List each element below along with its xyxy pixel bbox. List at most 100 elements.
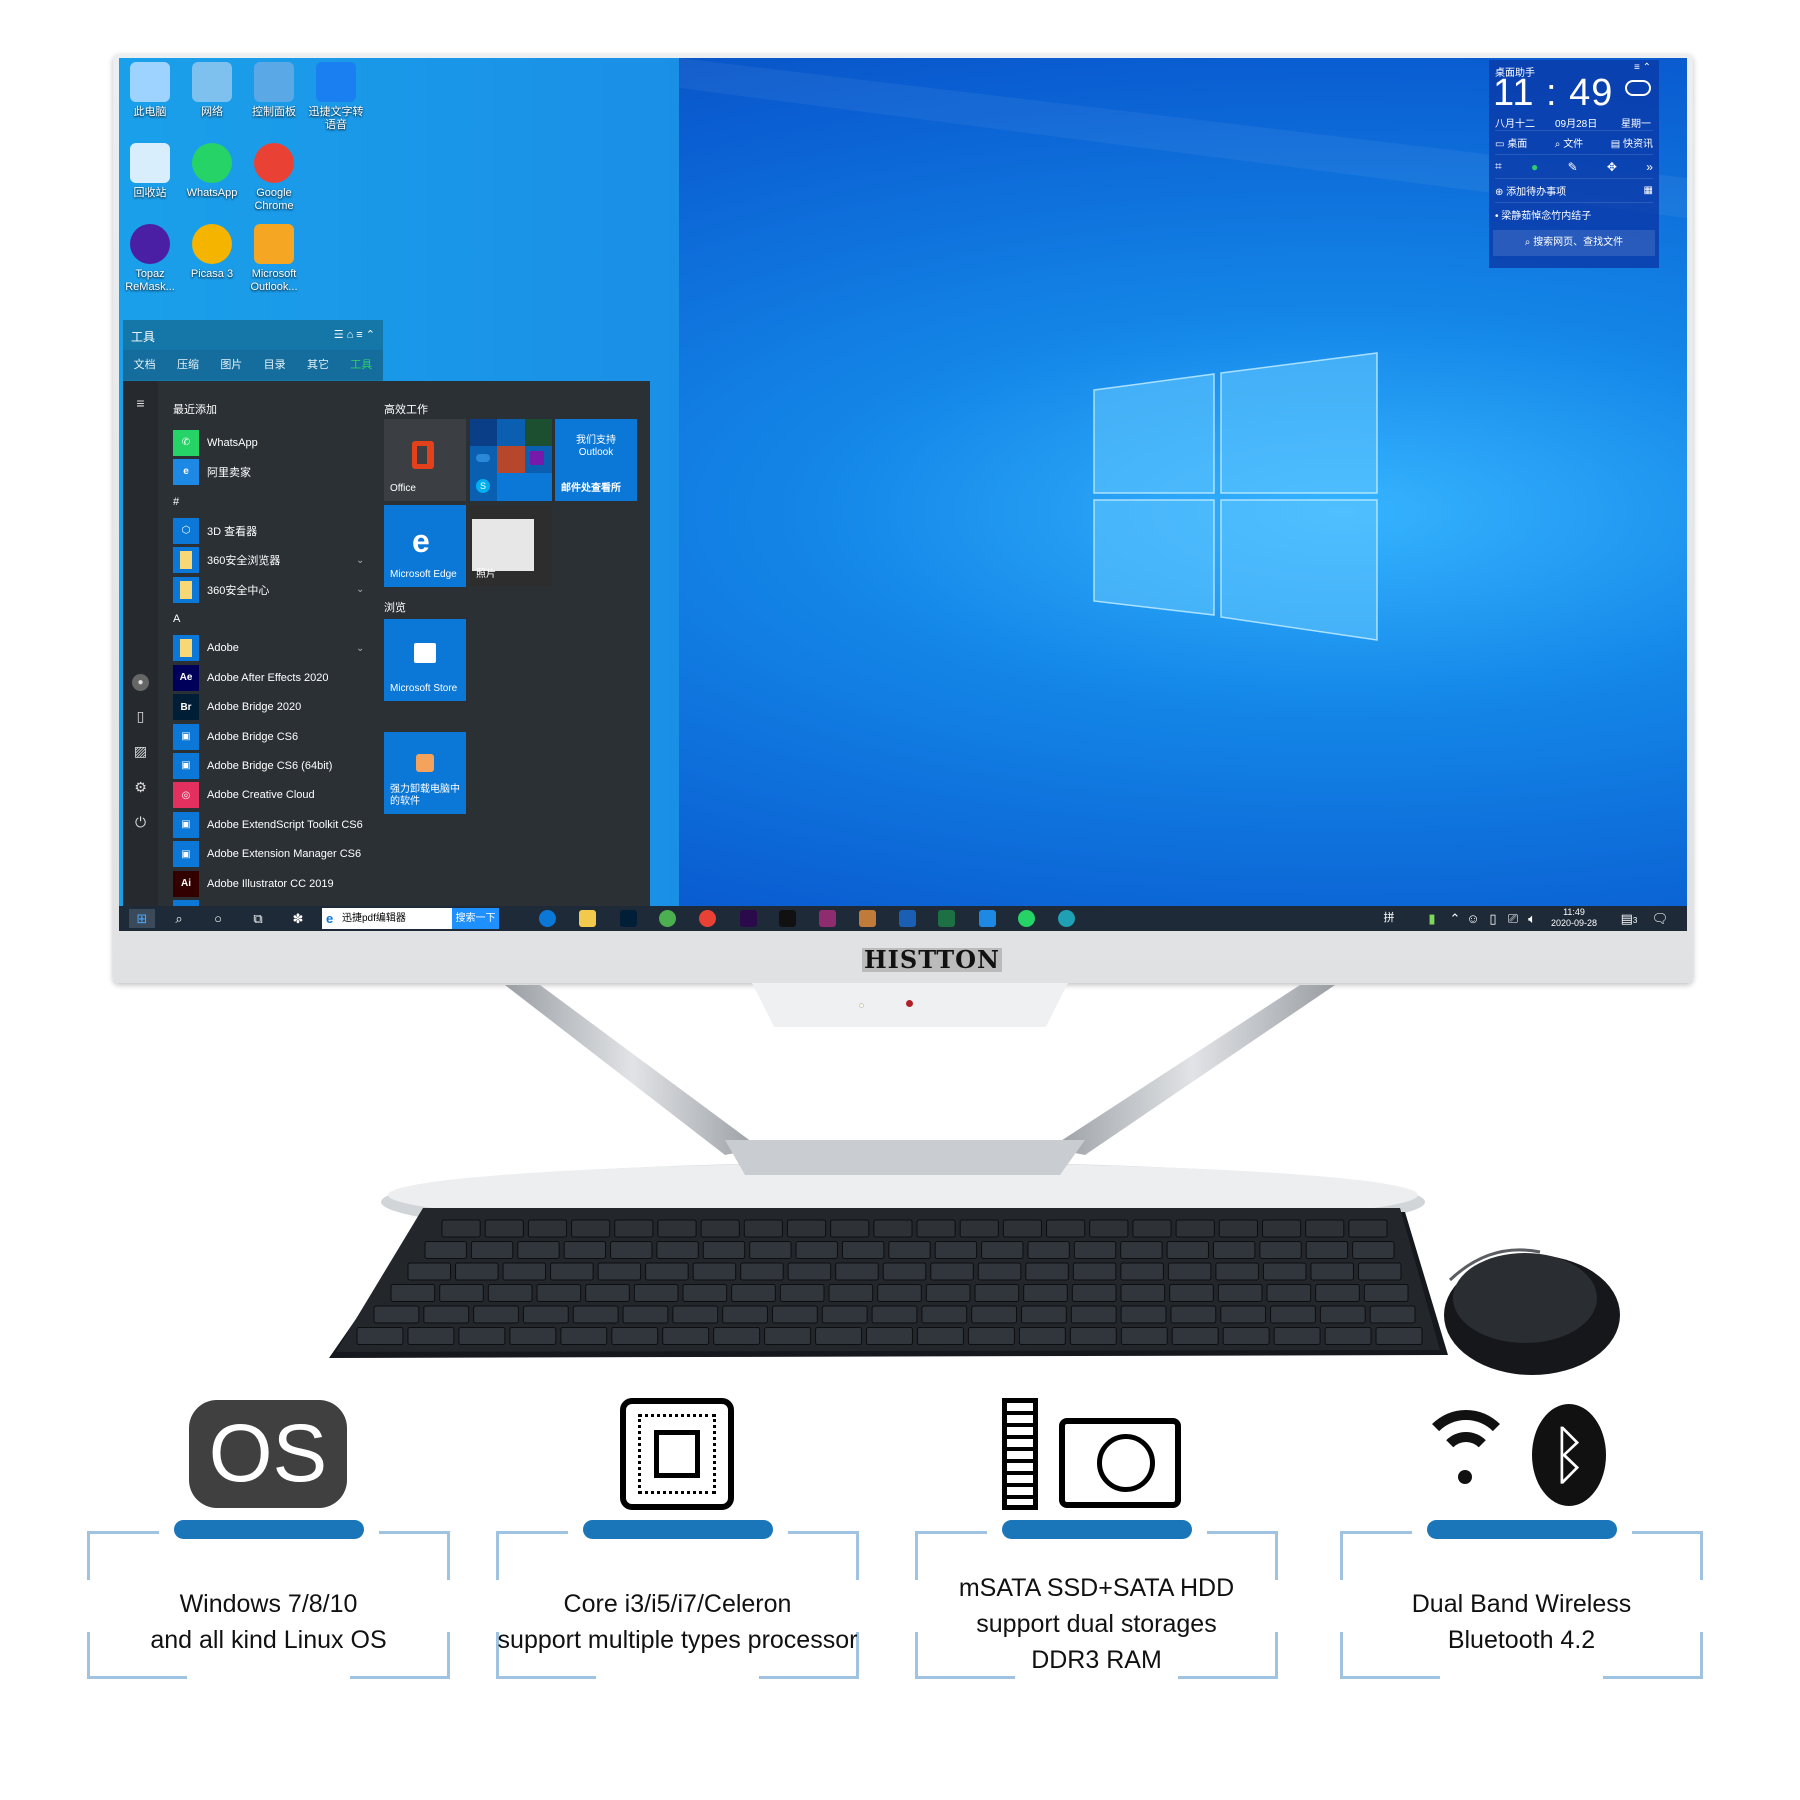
desktop-icon[interactable]: Google Chrome <box>243 143 305 213</box>
app-list-item[interactable]: ⬡ 3D 查看器 <box>173 517 257 544</box>
eject-device-icon[interactable]: ▯ <box>1483 909 1503 928</box>
ime-indicator[interactable]: 拼 <box>1379 909 1399 928</box>
keyboard-key <box>740 1262 784 1281</box>
crop-icon[interactable]: ⌗ <box>1495 159 1502 174</box>
app-list-item[interactable]: Ae Adobe After Effects 2020 <box>173 664 329 691</box>
tool-tab[interactable]: 其它 <box>296 350 339 380</box>
tool-tab[interactable]: 目录 <box>253 350 296 380</box>
keyboard-key <box>585 1284 630 1302</box>
widget-link-desktop[interactable]: ▭ 桌面 <box>1495 135 1527 150</box>
widget-link-files[interactable]: ⌕ 文件 <box>1555 135 1583 150</box>
qq-tray-icon[interactable]: ☺ <box>1463 909 1483 928</box>
chrome-icon[interactable] <box>699 910 716 927</box>
app-list-item[interactable]: Br Adobe Bridge 2020 <box>173 694 301 721</box>
widget-todo[interactable]: ⊕ 添加待办事项 ▦ <box>1495 178 1653 202</box>
tool-tab[interactable]: 工具 <box>340 350 383 380</box>
taskbar-search-input[interactable]: e 迅捷pdf编辑器 <box>322 908 452 929</box>
tile-outlook[interactable]: 我们支持 Outlook 邮件处查看所 <box>555 419 637 501</box>
search-icon[interactable]: ⌕ <box>169 909 189 928</box>
hamburger-icon[interactable]: ≡ <box>132 395 149 412</box>
chevron-up-icon[interactable]: ⌃ <box>1445 909 1465 928</box>
more-icon[interactable]: » <box>1646 160 1653 174</box>
keyboard-key <box>1369 1305 1416 1324</box>
logo-pane <box>1093 373 1215 494</box>
desktop-icon[interactable]: 迅捷文字转语音 <box>305 62 367 132</box>
whatsapp-icon[interactable] <box>1018 910 1035 927</box>
keyboard-key <box>356 1327 404 1345</box>
app-list-item[interactable]: ✆ WhatsApp <box>173 429 258 456</box>
action-center-icon[interactable]: 🗨︎ <box>1650 909 1670 928</box>
power-icon[interactable]: ⏻ <box>132 814 149 831</box>
app-list-item[interactable]: ▣ Adobe ExtendScript Toolkit CS6 <box>173 811 363 838</box>
app-list-item[interactable]: 360安全中心 ⌄ <box>173 576 364 603</box>
desktop-icon[interactable]: Topaz ReMask... <box>119 224 181 294</box>
notifications-icon[interactable]: ▤3 <box>1619 909 1639 928</box>
avatar-app-icon[interactable] <box>859 910 876 927</box>
settings-gear-icon[interactable]: ⚙ <box>132 779 149 796</box>
desktop-icon[interactable]: 此电脑 <box>119 62 181 119</box>
start-button-windows-icon[interactable]: ⊞ <box>129 909 155 928</box>
volume-icon[interactable]: 🔈︎ <box>1522 909 1542 928</box>
document-icon[interactable]: ▯ <box>132 708 149 725</box>
network-tray-icon[interactable]: ⎚ <box>1503 909 1523 928</box>
tile-office-apps-group[interactable]: S <box>470 419 552 501</box>
tile-uninstaller[interactable]: 强力卸载电脑中的软件 <box>384 732 466 814</box>
tool-tab[interactable]: 图片 <box>210 350 253 380</box>
tool-tab[interactable]: 文档 <box>123 350 166 380</box>
app-list-item[interactable]: Ai Adobe Illustrator CC 2019 <box>173 870 334 897</box>
tile-office[interactable]: Office <box>384 419 466 501</box>
desktop-icon-label: 回收站 <box>133 187 167 199</box>
photos-icon[interactable] <box>899 910 916 927</box>
app-list-item[interactable]: ▣ Adobe Extension Manager CS6 <box>173 841 361 868</box>
usb-drive-icon[interactable]: ▮ <box>1422 909 1442 928</box>
qr-code-icon[interactable]: ▦ <box>1644 185 1653 196</box>
pictures-icon[interactable]: ▨ <box>132 743 149 760</box>
360-browser-icon[interactable] <box>659 910 676 927</box>
desktop-icon[interactable]: 网络 <box>181 62 243 119</box>
app-list-item[interactable]: Adobe ⌄ <box>173 635 364 662</box>
desktop-icon[interactable]: Microsoft Outlook... <box>243 224 305 294</box>
widget-search[interactable]: ⌕ 搜索网页、查找文件 <box>1493 230 1655 256</box>
app-label: Adobe ExtendScript Toolkit CS6 <box>207 818 363 831</box>
desktop-icon[interactable]: 回收站 <box>119 143 181 200</box>
fan-app-icon[interactable]: ✽ <box>288 909 308 928</box>
excel-icon[interactable] <box>938 910 955 927</box>
tile-photos[interactable]: 照片 <box>470 505 552 587</box>
widget-menu-icon[interactable]: ≡ ⌃ <box>1634 62 1651 73</box>
chevron-down-icon[interactable]: ⌄ <box>356 643 364 654</box>
keyboard-key <box>487 1284 533 1302</box>
aliseller-icon[interactable] <box>979 910 996 927</box>
eye-icon[interactable]: ● <box>1531 160 1538 174</box>
plugin-icon[interactable]: ✥ <box>1607 160 1617 174</box>
taskbar-search-button[interactable]: 搜索一下 <box>452 908 499 929</box>
user-avatar-icon[interactable]: ● <box>132 674 149 691</box>
app-list-item[interactable]: ◎ Adobe Creative Cloud <box>173 782 315 809</box>
qq-icon[interactable] <box>779 910 796 927</box>
desktop-icon[interactable]: 控制面板 <box>243 62 305 119</box>
winrar-icon[interactable] <box>819 910 836 927</box>
desktop-icon[interactable]: Picasa 3 <box>181 224 243 281</box>
desktop-icon[interactable]: WhatsApp <box>181 143 243 200</box>
app-list-item[interactable]: ▣ Adobe Bridge CS6 <box>173 723 298 750</box>
tile-microsoft-store[interactable]: Microsoft Store <box>384 619 466 701</box>
panel-controls-icon[interactable]: ☰ ⌂ ≡ ⌃ <box>334 328 375 341</box>
tile-microsoft-edge[interactable]: e Microsoft Edge <box>384 505 466 587</box>
edge-icon[interactable] <box>539 910 556 927</box>
widget-link-news[interactable]: ▤ 快资讯 <box>1611 135 1653 150</box>
taskbar-clock[interactable]: 11:49 2020-09-28 <box>1544 907 1604 929</box>
app-list-item[interactable]: ▣ Adobe Bridge CS6 (64bit) <box>173 752 332 779</box>
task-view-icon[interactable]: ⧉ <box>248 909 268 928</box>
tool-tab[interactable]: 压缩 <box>166 350 209 380</box>
premiere-icon[interactable] <box>740 910 757 927</box>
chevron-down-icon[interactable]: ⌄ <box>356 584 364 595</box>
cortana-icon[interactable]: ○ <box>208 909 228 928</box>
refresh-app-icon[interactable] <box>1058 910 1075 927</box>
app-list-item[interactable]: 360安全浏览器 ⌄ <box>173 547 364 574</box>
chevron-down-icon[interactable]: ⌄ <box>356 555 364 566</box>
photoshop-icon[interactable] <box>620 910 637 927</box>
note-icon[interactable]: ✎ <box>1568 160 1578 174</box>
app-label: 360安全中心 <box>207 584 270 597</box>
app-list-item[interactable]: e 阿里卖家 <box>173 458 251 485</box>
file-explorer-icon[interactable] <box>579 910 596 927</box>
widget-news-item[interactable]: • 梁静茹悼念竹内结子 <box>1495 202 1653 226</box>
